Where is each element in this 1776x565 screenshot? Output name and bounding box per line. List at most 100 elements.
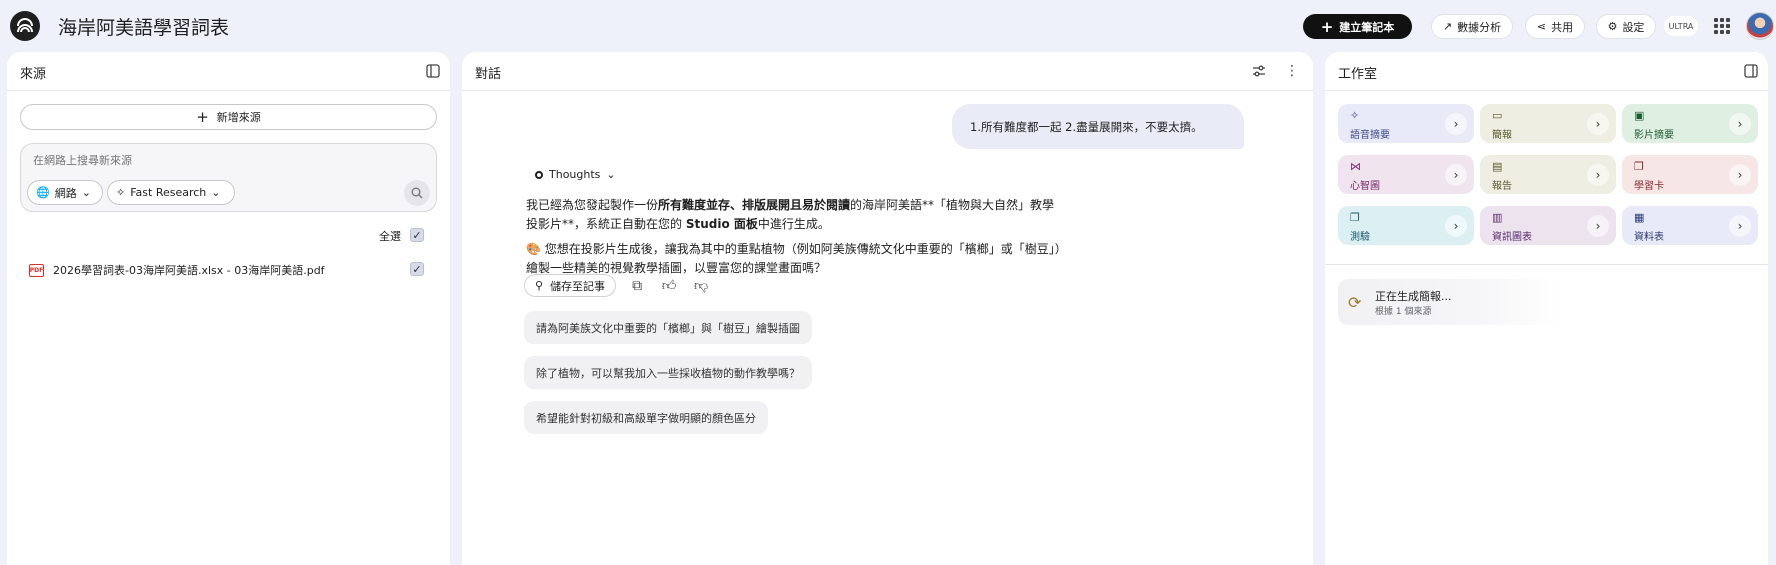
source-item-checkbox[interactable]: ✓ xyxy=(410,262,424,276)
settings-label: 設定 xyxy=(1622,20,1645,34)
thumbs-down-icon[interactable]: 👎︎ xyxy=(690,275,712,297)
user-message: 1.所有難度都一起 2.盡量展開來，不要太擠。 xyxy=(952,104,1244,149)
reply-text: 您想在投影片生成後，讓我為其中的重點植物（例如阿美族傳統文化中重要的「檳榔」或「… xyxy=(526,242,1061,275)
create-notebook-button[interactable]: + 建立筆記本 xyxy=(1303,14,1412,39)
gear-icon: ⚙ xyxy=(1607,20,1618,33)
chevron-right-icon[interactable]: › xyxy=(1587,215,1609,237)
video-overview-icon: ▣ xyxy=(1634,109,1645,122)
studio-tool-label: 學習卡 xyxy=(1634,181,1664,192)
studio-tool-slides[interactable]: ▭ 簡報 › xyxy=(1480,104,1616,143)
sources-panel-header: 來源 xyxy=(7,52,450,91)
save-to-note-label: 儲存至記事 xyxy=(550,279,606,293)
studio-tool-report[interactable]: ▤ 報告 › xyxy=(1480,155,1616,194)
plan-badge: ULTRA xyxy=(1664,16,1698,36)
chevron-right-icon[interactable]: › xyxy=(1587,113,1609,135)
analytics-label: 數據分析 xyxy=(1457,20,1502,34)
tune-icon[interactable] xyxy=(1250,62,1268,80)
chevron-down-icon: ⌄ xyxy=(211,186,221,199)
globe-icon: 🌐 xyxy=(36,186,50,199)
report-icon: ▤ xyxy=(1492,160,1503,173)
infographic-icon: ▥ xyxy=(1492,211,1503,224)
select-all-label: 全選 xyxy=(379,230,401,243)
source-item-name: 2026學習詞表-03海岸阿美語.xlsx - 03海岸阿美語.pdf xyxy=(53,264,325,277)
search-icon xyxy=(411,187,423,199)
web-search-card: 🌐 網路 ⌄ ✧ Fast Research ⌄ xyxy=(20,143,437,212)
studio-title: 工作室 xyxy=(1338,67,1378,82)
chat-panel: 對話 ⋮ 1.所有難度都一起 2.盡量展開來，不要太擠。 Thoughts ⌄ … xyxy=(462,52,1313,565)
select-all-checkbox[interactable]: ✓ xyxy=(410,228,424,242)
thumbs-up-icon[interactable]: 👍︎ xyxy=(658,275,680,297)
reply-text: 我已經為您發起製作一份 xyxy=(526,198,659,212)
source-item[interactable]: PDF 2026學習詞表-03海岸阿美語.xlsx - 03海岸阿美語.pdf xyxy=(29,260,439,280)
reply-text: 中進行生成。 xyxy=(757,217,830,231)
thoughts-icon xyxy=(535,170,543,179)
reply-paragraph: 我已經為您發起製作一份所有難度並存、排版展開且易於閱讀的海岸阿美語**「植物與大… xyxy=(526,196,1066,234)
suggestion-chip[interactable]: 請為阿美族文化中重要的「檳榔」與「樹豆」繪製插圖 xyxy=(524,311,812,344)
apps-grid-icon[interactable] xyxy=(1714,18,1730,34)
studio-tool-video-overview[interactable]: ▣ 影片摘要 › xyxy=(1622,104,1758,143)
add-source-button[interactable]: + 新增來源 xyxy=(20,104,437,130)
reply-bold-text: Studio 面板 xyxy=(685,217,758,231)
chevron-right-icon[interactable]: › xyxy=(1729,164,1751,186)
copy-icon[interactable]: ⧉ xyxy=(626,275,648,297)
suggestion-chip[interactable]: 希望能針對初級和高級單字做明顯的顏色區分 xyxy=(524,401,768,434)
web-search-input[interactable] xyxy=(33,154,423,167)
web-chip-label: 網路 xyxy=(54,186,77,200)
studio-tool-infographic[interactable]: ▥ 資訊圖表 › xyxy=(1480,206,1616,245)
thoughts-toggle[interactable]: Thoughts ⌄ xyxy=(535,168,616,181)
avatar[interactable] xyxy=(1746,12,1774,40)
search-submit-button[interactable] xyxy=(404,180,430,206)
chat-title: 對話 xyxy=(475,67,502,82)
chevron-right-icon[interactable]: › xyxy=(1445,164,1467,186)
collapse-panel-icon[interactable] xyxy=(424,62,442,80)
studio-tool-mind-map[interactable]: ⋈ 心智圖 › xyxy=(1338,155,1474,194)
reply-bold-text: 所有難度並存、排版展開且易於閱讀 xyxy=(658,198,851,212)
studio-panel: 工作室 ✧ 語音摘要 › ▭ 簡報 › ▣ 影片摘要 › ⋈ 心智圖 › ▤ 報告 › ❐ 學習卡 › ❐ 測驗 › ▥ 資… xyxy=(1325,52,1768,565)
plus-icon: + xyxy=(196,108,209,126)
share-button[interactable]: ⋖ 共用 xyxy=(1525,14,1585,39)
more-vert-icon[interactable]: ⋮ xyxy=(1283,62,1301,80)
palette-icon: 🎨 xyxy=(526,242,541,256)
chevron-right-icon[interactable]: › xyxy=(1445,215,1467,237)
studio-tool-quiz[interactable]: ❐ 測驗 › xyxy=(1338,206,1474,245)
save-to-note-button[interactable]: ⚲ 儲存至記事 xyxy=(524,274,617,297)
slides-icon: ▭ xyxy=(1492,109,1503,122)
studio-tool-flashcards[interactable]: ❐ 學習卡 › xyxy=(1622,155,1758,194)
audio-overview-icon: ✧ xyxy=(1350,109,1360,122)
trending-up-icon: ↗ xyxy=(1442,20,1453,33)
studio-tool-label: 心智圖 xyxy=(1350,181,1380,192)
research-mode-dropdown[interactable]: ✧ Fast Research ⌄ xyxy=(107,180,235,205)
chevron-right-icon[interactable]: › xyxy=(1729,113,1751,135)
suggestion-chip[interactable]: 除了植物，可以幫我加入一些採收植物的動作教學嗎？ xyxy=(524,356,812,389)
generating-title: 正在生成簡報... xyxy=(1375,290,1452,303)
create-notebook-label: 建立筆記本 xyxy=(1339,20,1395,34)
chevron-down-icon: ⌄ xyxy=(81,186,91,199)
settings-button[interactable]: ⚙ 設定 xyxy=(1596,14,1656,39)
sparkle-search-icon: ✧ xyxy=(116,186,126,199)
web-source-dropdown[interactable]: 🌐 網路 ⌄ xyxy=(27,180,103,205)
studio-tool-audio-overview[interactable]: ✧ 語音摘要 › xyxy=(1338,104,1474,143)
notebook-title[interactable]: 海岸阿美語學習詞表 xyxy=(58,13,229,40)
reply-actions: ⚲ 儲存至記事 ⧉ 👍︎ 👎︎ xyxy=(524,274,712,297)
chevron-right-icon[interactable]: › xyxy=(1445,113,1467,135)
chevron-down-icon: ⌄ xyxy=(606,168,616,181)
sync-icon: ⟳ xyxy=(1348,293,1362,312)
mind-map-icon: ⋈ xyxy=(1350,160,1361,173)
collapse-panel-icon[interactable] xyxy=(1742,62,1760,80)
analytics-button[interactable]: ↗ 數據分析 xyxy=(1431,14,1513,39)
chevron-right-icon[interactable]: › xyxy=(1729,215,1751,237)
studio-tool-label: 測驗 xyxy=(1350,232,1370,243)
sources-panel: 來源 + 新增來源 🌐 網路 ⌄ ✧ Fast Research ⌄ 全選 ✓ … xyxy=(7,52,450,565)
studio-tool-label: 簡報 xyxy=(1492,130,1512,141)
studio-tool-label: 報告 xyxy=(1492,181,1512,192)
flashcards-icon: ❐ xyxy=(1634,160,1644,173)
reply-paragraph: 🎨 您想在投影片生成後，讓我為其中的重點植物（例如阿美族傳統文化中重要的「檳榔」… xyxy=(526,240,1066,278)
notebooklm-logo-icon[interactable] xyxy=(10,11,40,41)
quiz-icon: ❐ xyxy=(1350,211,1360,224)
studio-panel-header: 工作室 xyxy=(1325,52,1768,91)
share-icon: ⋖ xyxy=(1536,20,1547,33)
add-source-label: 新增來源 xyxy=(216,111,261,124)
chevron-right-icon[interactable]: › xyxy=(1587,164,1609,186)
divider xyxy=(1325,264,1768,265)
studio-tool-data-table[interactable]: ▦ 資料表 › xyxy=(1622,206,1758,245)
